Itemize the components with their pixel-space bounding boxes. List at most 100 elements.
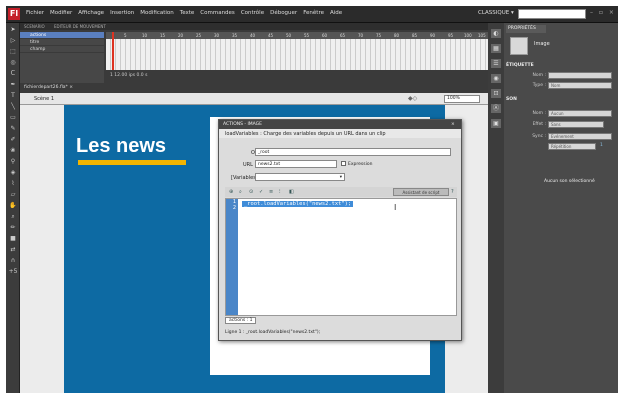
sound-name-select[interactable]: Aucun — [548, 110, 612, 117]
find-icon[interactable]: ⌕ — [239, 189, 242, 195]
menu-texte[interactable]: Texte — [180, 10, 195, 16]
ruler-tick: 80 — [394, 33, 400, 38]
sync-label: Sync : — [532, 134, 546, 139]
properties-tab[interactable]: PROPRIÉTÉS — [506, 25, 546, 33]
ruler-tick: 50 — [286, 33, 292, 38]
search-input[interactable] — [518, 9, 586, 19]
3d-rotation-tool-icon[interactable]: ◎ — [8, 59, 18, 67]
variables-select[interactable]: ▾ — [255, 173, 345, 181]
ruler-tick: 70 — [358, 33, 364, 38]
repeat-count[interactable]: 1 — [600, 143, 603, 148]
etiquette-section[interactable]: ÉTIQUETTE — [506, 63, 534, 68]
checkbox-icon — [341, 161, 346, 166]
menu-fichier[interactable]: Fichier — [26, 10, 44, 16]
swatches-icon[interactable]: ▦ — [491, 44, 501, 53]
ruler-tick: 60 — [322, 33, 328, 38]
layer-list: actions titre champ — [20, 32, 104, 83]
stroke-color-icon[interactable]: ✏ — [8, 224, 18, 232]
target-icon[interactable]: ⊙ — [249, 189, 253, 195]
line-number-gutter: 1 2 — [226, 199, 238, 315]
layer-champ[interactable]: champ — [20, 46, 104, 53]
zoom-tool-icon[interactable]: ⌕ — [8, 213, 18, 221]
help-icon[interactable]: ? — [451, 189, 454, 195]
actions-title: ACTIONS - IMAGE — [223, 122, 263, 127]
ruler-tick: 90 — [430, 33, 436, 38]
deco-tool-icon[interactable]: ❀ — [8, 147, 18, 155]
brush-tool-icon[interactable]: ✐ — [8, 136, 18, 144]
layer-actions[interactable]: actions — [20, 32, 104, 39]
actions-script-tab[interactable]: actions : 1 — [225, 317, 257, 324]
text-tool-icon[interactable]: T — [8, 92, 18, 100]
ruler-tick: 40 — [250, 33, 256, 38]
menu-modifier[interactable]: Modifier — [50, 10, 72, 16]
smooth-icon[interactable]: +5 — [8, 268, 18, 276]
panel-icon-strip: ◐ ▦ ☰ ◉ ⊡ Ⓐ ▣ — [488, 23, 504, 393]
menu-aide[interactable]: Aide — [330, 10, 342, 16]
menu-bar: Fl Fichier Modifier Affichage Insertion … — [6, 6, 618, 23]
format-icon[interactable]: ≡ — [269, 189, 273, 195]
fill-color-icon[interactable]: ■ — [8, 235, 18, 243]
frame-icon — [510, 37, 528, 55]
rectangle-tool-icon[interactable]: ▭ — [8, 114, 18, 122]
tab-motion-editor[interactable]: EDITEUR DE MOUVEMENT — [50, 23, 110, 30]
eyedropper-tool-icon[interactable]: ⌇ — [8, 180, 18, 188]
tab-scenario[interactable]: SCENARIO — [20, 23, 49, 30]
code-editor[interactable]: 1 2 _root.loadVariables("news2.txt"); I — [225, 198, 457, 316]
info-icon[interactable]: ◉ — [491, 74, 501, 83]
menu-modification[interactable]: Modification — [140, 10, 174, 16]
workspace-switcher[interactable]: CLASSIQUE ▾ — [478, 10, 514, 16]
label-type-select[interactable]: Nom — [548, 82, 612, 89]
lasso-tool-icon[interactable]: ᑕ — [8, 70, 18, 78]
menu-fenetre[interactable]: Fenêtre — [303, 10, 324, 16]
menu-affichage[interactable]: Affichage — [78, 10, 104, 16]
selection-tool-icon[interactable]: ➤ — [8, 26, 18, 34]
eraser-tool-icon[interactable]: ▱ — [8, 191, 18, 199]
code-hint-icon[interactable]: ⁝ — [279, 189, 281, 195]
menu-controle[interactable]: Contrôle — [241, 10, 264, 16]
components-icon[interactable]: ▣ — [491, 119, 501, 128]
check-syntax-icon[interactable]: ✓ — [259, 189, 263, 195]
debug-icon[interactable]: ◧ — [289, 189, 294, 195]
menu-deboguer[interactable]: Déboguer — [270, 10, 297, 16]
actions-panel: ACTIONS - IMAGE × loadVariables : Charge… — [218, 119, 462, 341]
snap-icon[interactable]: ∩ — [8, 257, 18, 265]
stage-title: Les news — [76, 135, 167, 157]
code-line-selected[interactable]: _root.loadVariables("news2.txt"); — [242, 201, 354, 207]
actions-titlebar[interactable]: ACTIONS - IMAGE × — [219, 120, 461, 129]
objet-field[interactable]: _root — [255, 148, 451, 156]
menu-commandes[interactable]: Commandes — [200, 10, 235, 16]
align-icon[interactable]: ☰ — [491, 59, 501, 68]
transform-icon[interactable]: ⊡ — [491, 89, 501, 98]
swap-colors-icon[interactable]: ⇄ — [8, 246, 18, 254]
sync-select[interactable]: Evénement — [548, 133, 612, 140]
pen-tool-icon[interactable]: ✒ — [8, 81, 18, 89]
url-field[interactable]: news2.txt — [255, 160, 337, 168]
expression-checkbox[interactable]: Expression — [341, 161, 372, 167]
ruler-tick: 105 — [478, 33, 486, 38]
frame-ruler[interactable]: 5 10 15 20 25 30 35 40 45 50 55 60 65 70… — [106, 32, 488, 39]
layer-titre[interactable]: titre — [20, 39, 104, 46]
frame-name-input[interactable] — [548, 72, 612, 79]
hand-tool-icon[interactable]: ✋ — [8, 202, 18, 210]
menu-insertion[interactable]: Insertion — [110, 10, 134, 16]
zoom-select[interactable]: 100% — [444, 95, 480, 103]
playhead[interactable] — [112, 32, 114, 70]
add-item-icon[interactable]: ⊕ — [229, 189, 233, 195]
script-assist-button[interactable]: Assistant de script — [393, 188, 449, 196]
line-tool-icon[interactable]: ╲ — [8, 103, 18, 111]
document-tab[interactable]: fichierdepart26.fla* × — [24, 85, 73, 90]
library-icon[interactable]: Ⓐ — [491, 104, 501, 113]
window-controls[interactable]: – ▫ × — [590, 9, 616, 16]
son-section[interactable]: SON — [506, 97, 517, 102]
repeat-select[interactable]: Répétition — [548, 143, 596, 150]
subselection-tool-icon[interactable]: ▷ — [8, 37, 18, 45]
close-icon[interactable]: × — [451, 122, 455, 127]
pencil-tool-icon[interactable]: ✎ — [8, 125, 18, 133]
bone-tool-icon[interactable]: ⚲ — [8, 158, 18, 166]
paint-bucket-tool-icon[interactable]: ◈ — [8, 169, 18, 177]
effect-select[interactable]: Sans — [548, 121, 604, 128]
scene-label[interactable]: Scène 1 — [34, 96, 54, 102]
transform-tool-icon[interactable]: ⬚ — [8, 48, 18, 56]
edit-symbols-icon[interactable]: ◆◇ — [408, 95, 417, 102]
color-panel-icon[interactable]: ◐ — [491, 29, 501, 38]
